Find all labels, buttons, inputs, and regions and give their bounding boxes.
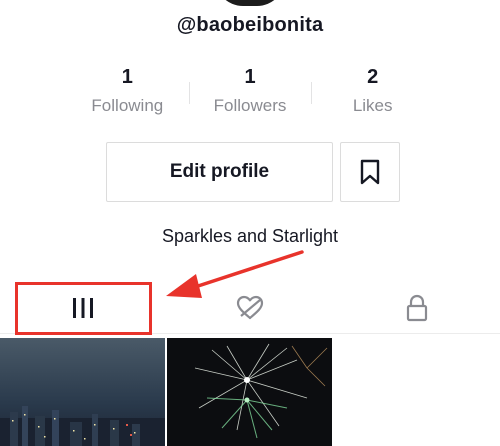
username: @baobeibonita [176,14,324,36]
highlight-box [15,282,152,335]
lock-icon [406,294,428,322]
following-count: 1 [121,66,133,88]
bookmark-icon [360,159,380,185]
profile-bio: Sparkles and Starlight [161,226,339,246]
video-grid [0,338,500,446]
following-label: Following [91,96,164,115]
bookmark-button[interactable] [340,142,400,202]
annotation-arrow [166,250,304,298]
likes-count: 2 [367,66,379,88]
stat-likes[interactable]: 2 Likes [311,62,434,122]
video-thumbnail[interactable] [0,338,165,446]
video-thumbnail[interactable] [167,338,332,446]
stat-followers[interactable]: 1 Followers [188,62,312,122]
stat-following[interactable]: 1 Following [66,62,189,122]
followers-count: 1 [244,66,256,88]
profile-stats: 1 Following 1 Followers 2 Likes [66,62,434,122]
followers-label: Followers [213,96,287,115]
tab-private[interactable] [334,282,500,334]
avatar[interactable] [215,0,285,6]
likes-label: Likes [352,96,393,115]
edit-profile-button[interactable]: Edit profile [106,142,333,202]
